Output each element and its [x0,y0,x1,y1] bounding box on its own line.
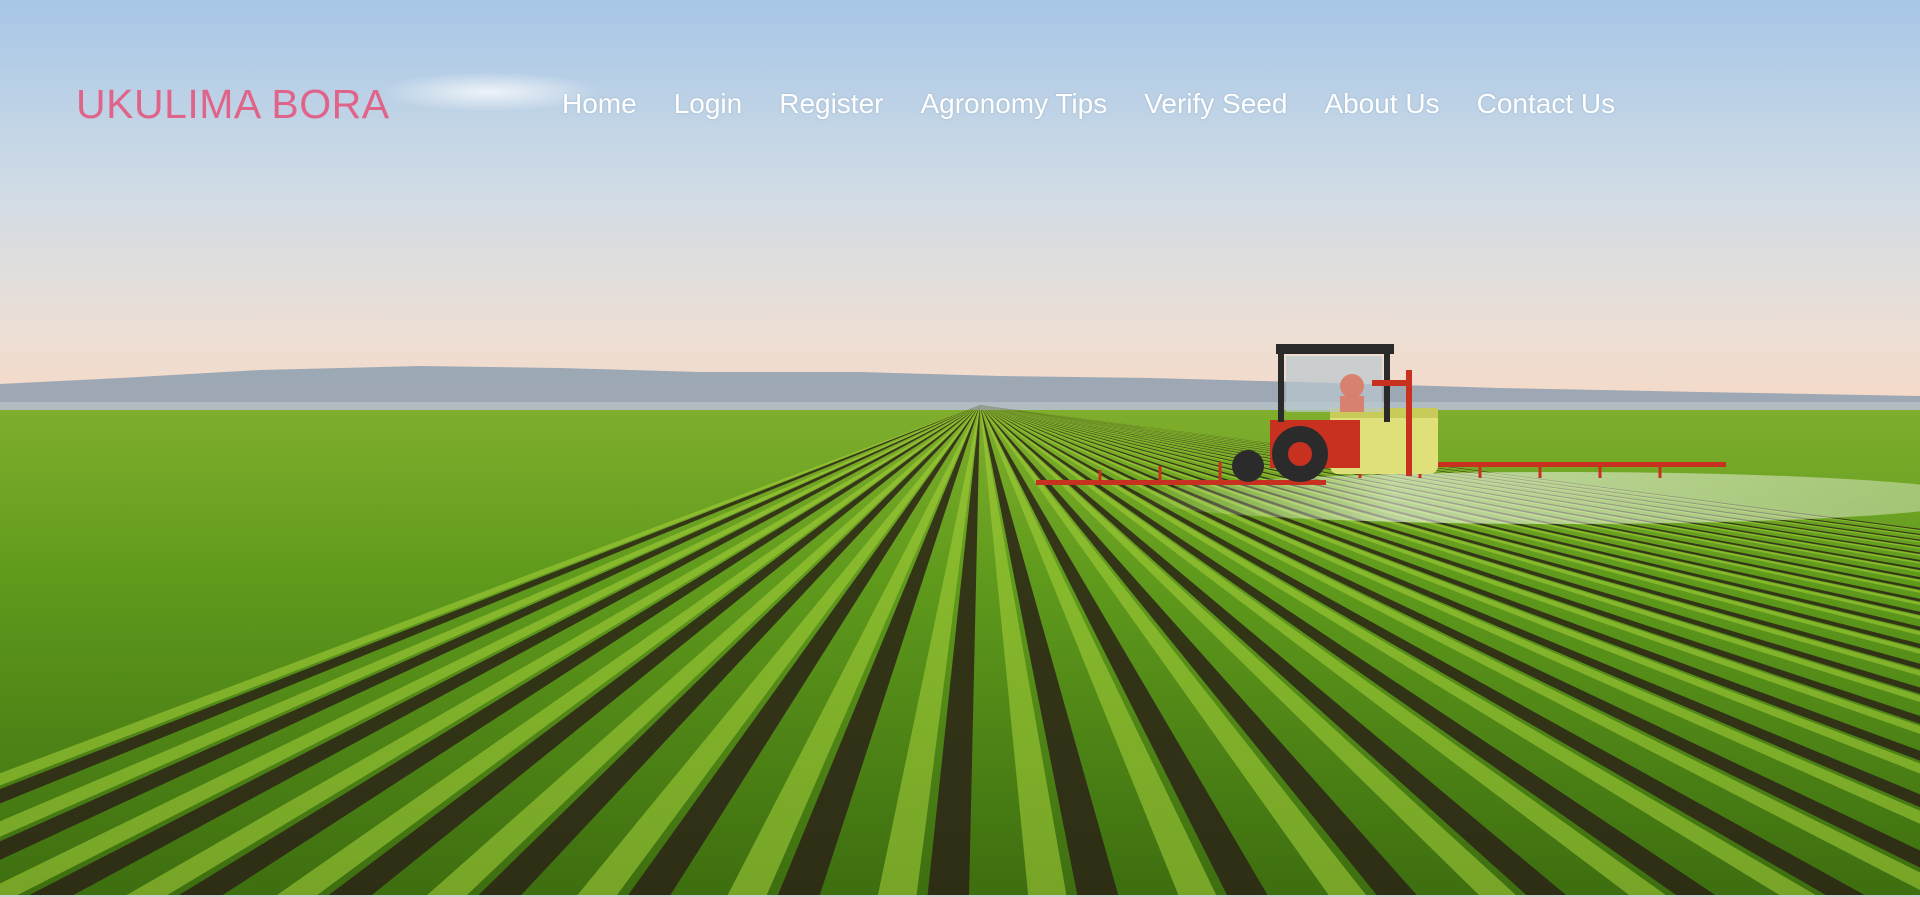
top-navbar: UKULIMA BORA Home Login Register Agronom… [0,0,1920,210]
nav-item: Verify Seed [1144,86,1287,122]
nav-item: Agronomy Tips [920,86,1107,122]
nav-verify-seed-link[interactable]: Verify Seed [1144,86,1287,122]
nav-agronomy-tips-link[interactable]: Agronomy Tips [920,86,1107,122]
nav-menu: Home Login Register Agronomy Tips Verify… [562,86,1615,122]
nav-item: About Us [1324,86,1439,122]
nav-item: Register [779,86,883,122]
nav-item: Login [674,86,743,122]
nav-item: Contact Us [1477,86,1616,122]
nav-home-link[interactable]: Home [562,86,637,122]
nav-item: Home [562,86,637,122]
nav-login-link[interactable]: Login [674,86,743,122]
nav-about-us-link[interactable]: About Us [1324,86,1439,122]
nav-register-link[interactable]: Register [779,86,883,122]
nav-contact-us-link[interactable]: Contact Us [1477,86,1616,122]
site-brand-logo[interactable]: UKULIMA BORA [76,80,390,128]
